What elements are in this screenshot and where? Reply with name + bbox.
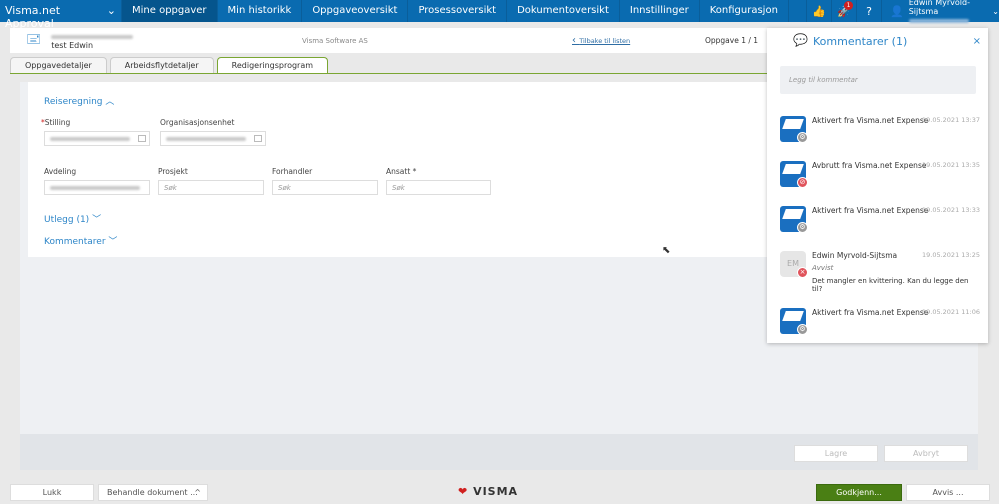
section-kommentarer[interactable]: Kommentarer ﹀	[44, 234, 117, 247]
prosjekt-field[interactable]: Søk	[158, 180, 264, 195]
lookup-icon	[138, 135, 146, 142]
save-button[interactable]: Lagre	[794, 445, 878, 462]
comment-input[interactable]: Legg til kommentar	[780, 66, 976, 94]
gear-icon: ⚙	[797, 132, 808, 143]
stilling-field[interactable]	[44, 131, 150, 146]
gear-icon: ⚙	[797, 324, 808, 335]
comment-item: ⚙ Aktivert fra Visma.net Expense 19.05.202…	[780, 308, 980, 338]
nav-min-historikk[interactable]: Min historikk	[218, 0, 303, 22]
comments-header: Kommentarer (1)	[813, 35, 908, 48]
nav-mine-oppgaver[interactable]: Mine oppgaver	[122, 0, 218, 22]
close-button[interactable]: Lukk	[10, 484, 94, 501]
organisasjonsenhet-field[interactable]	[160, 131, 266, 146]
back-link[interactable]: ‹ Tilbake til listen	[572, 35, 630, 46]
cancel-icon: ⊘	[797, 177, 808, 188]
nav-prosessoversikt[interactable]: Prosessoversikt	[408, 0, 508, 22]
tab-oppgavedetaljer[interactable]: Oppgavedetaljer	[10, 57, 107, 74]
tab-arbeidsflytdetaljer[interactable]: Arbeidsflytdetaljer	[109, 57, 214, 74]
user-icon: 👤	[890, 4, 904, 18]
app-switcher[interactable]: Visma.net Approval ⌄	[0, 0, 122, 30]
chevron-up-icon: ^	[194, 488, 201, 497]
section-reiseregning[interactable]: Reiseregning ︿	[44, 94, 114, 107]
tab-redigeringsprogram[interactable]: Redigeringsprogram	[216, 57, 329, 74]
form-footer: Lagre Avbryt	[20, 434, 978, 470]
approve-button[interactable]: Godkjenn...	[816, 484, 902, 501]
comments-panel: Kommentarer (1) 💬 × Legg til kommentar ⚙…	[767, 28, 988, 343]
section-utlegg[interactable]: Utlegg (1) ﹀	[44, 212, 101, 225]
gear-icon: ⚙	[797, 222, 808, 233]
task-header: 🖃 test Edwin Visma Software AS ‹ Tilbake…	[10, 28, 790, 53]
nav-konfigurasjon[interactable]: Konfigurasjon	[700, 0, 789, 22]
reject-button[interactable]: Avvis ...	[906, 484, 990, 501]
notification-badge: 1	[844, 1, 853, 10]
visma-logo: ❤ VISMA	[458, 485, 519, 498]
nav-oppgaveoversikt[interactable]: Oppgaveoversikt	[302, 0, 409, 22]
comment-item: ⚙ Aktivert fra Visma.net Expense 19.05.202…	[780, 116, 980, 146]
process-document-button[interactable]: Behandle dokument ... ^	[98, 484, 208, 501]
lookup-icon	[254, 135, 262, 142]
ansatt-field[interactable]: Søk	[386, 180, 491, 195]
comment-item: ⊘ Avbrutt fra Visma.net Expense 19.05.2021…	[780, 161, 980, 191]
comment-item: ⚙ Aktivert fra Visma.net Expense 19.05.202…	[780, 206, 980, 236]
chat-icon: 💬	[793, 33, 808, 47]
help-icon[interactable]: ?	[856, 0, 881, 22]
comment-item: EM × Edwin Myrvold-Sijtsma 19.05.2021 13:25…	[780, 251, 980, 293]
notification-icon[interactable]: 🚀 1	[831, 0, 856, 22]
cancel-button[interactable]: Avbryt	[884, 445, 968, 462]
reject-icon: ×	[797, 267, 808, 278]
mouse-cursor: ⬉	[662, 245, 671, 256]
thumbs-up-icon[interactable]: 👍	[806, 0, 831, 22]
nav-innstillinger[interactable]: Innstillinger	[620, 0, 700, 22]
close-icon[interactable]: ×	[973, 36, 981, 47]
chevron-down-icon: ⌄	[106, 4, 116, 17]
user-menu[interactable]: 👤 Edwin Myrvold-Sijtsma ⌄	[881, 0, 999, 23]
forhandler-field[interactable]: Søk	[272, 180, 378, 195]
nav-dokumentoversikt[interactable]: Dokumentoversikt	[507, 0, 620, 22]
avdeling-field[interactable]	[44, 180, 150, 195]
chevron-down-icon: ⌄	[992, 6, 999, 16]
top-nav: Visma.net Approval ⌄ Mine oppgaver Min hi…	[0, 0, 999, 30]
document-icon: 🖃	[26, 31, 42, 47]
